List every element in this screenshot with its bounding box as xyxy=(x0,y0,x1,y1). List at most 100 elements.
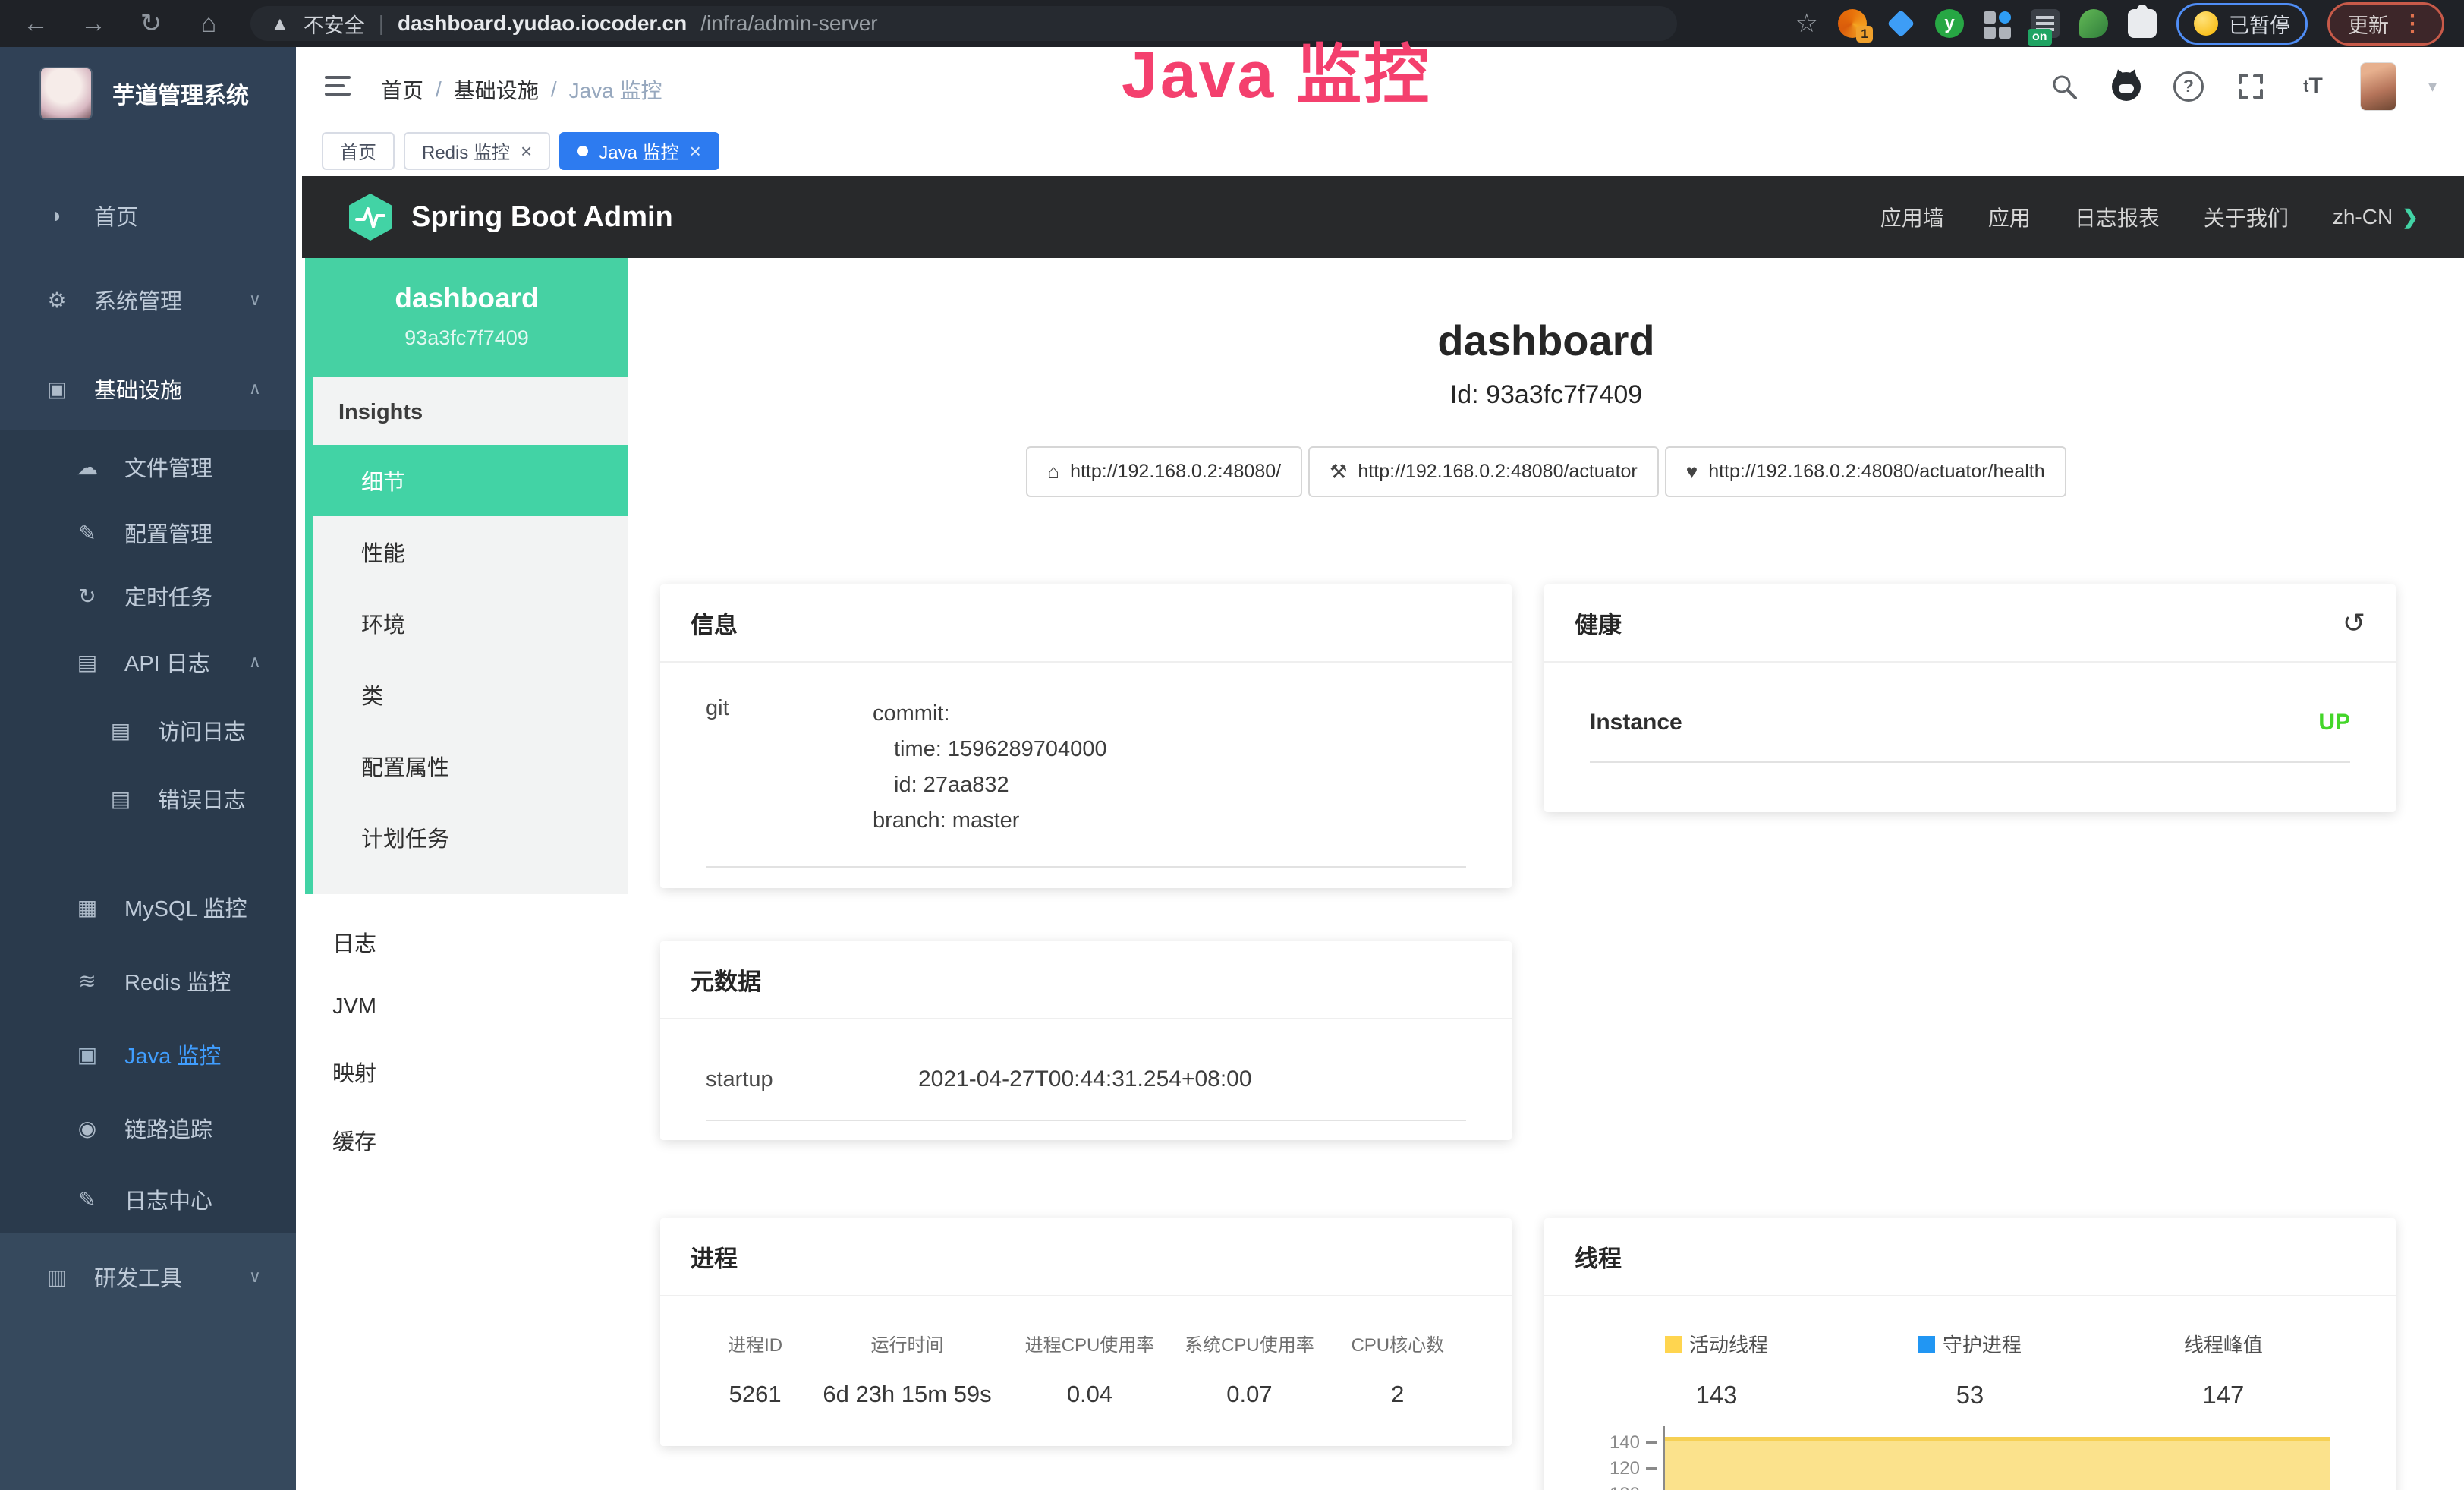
tab-java-monitor[interactable]: Java 监控 × xyxy=(559,132,719,170)
chart-plot-area xyxy=(1663,1426,2330,1490)
sba-item-jvm[interactable]: JVM xyxy=(305,976,628,1038)
extension-switch-icon[interactable]: on xyxy=(2031,9,2060,38)
app-sidebar: 芋道管理系统 ◗ 首页 ⚙ 系统管理 ∨ ▣ 基础设施 ∧ ☁ 文件管理 ✎ 配… xyxy=(0,47,296,1490)
sidebar-item-log-center[interactable]: ✎ 日志中心 xyxy=(0,1172,296,1227)
sba-item-classes[interactable]: 类 xyxy=(313,659,628,730)
sba-item-config-props[interactable]: 配置属性 xyxy=(313,730,628,802)
tag-tabbar: 首页 Redis 监控 × Java 监控 × xyxy=(296,125,2464,176)
instance-header: dashboard 93a3fc7f7409 xyxy=(305,258,628,377)
home-icon: ⌂ xyxy=(1047,460,1059,484)
sba-item-environment[interactable]: 环境 xyxy=(313,587,628,659)
forward-icon[interactable]: → xyxy=(77,9,109,39)
dashboard-icon: ◗ xyxy=(42,203,71,228)
health-status-badge: UP xyxy=(2318,710,2350,736)
extension-grid-icon[interactable] xyxy=(1984,10,2011,37)
browser-menu-icon[interactable]: ⋮ xyxy=(2401,11,2424,37)
sidebar-item-redis-monitor[interactable]: ≋ Redis 监控 xyxy=(0,953,296,1008)
sba-brand-title: Spring Boot Admin xyxy=(411,201,673,234)
sba-menu-journal[interactable]: 日志报表 xyxy=(2075,202,2160,232)
log-edit-icon: ✎ xyxy=(73,1187,102,1212)
hamburger-icon[interactable] xyxy=(325,76,351,96)
process-id-value: 5261 xyxy=(706,1381,804,1408)
close-tab-icon[interactable]: × xyxy=(521,141,532,161)
sba-locale-select[interactable]: zh-CN ❯ xyxy=(2333,205,2418,229)
insights-group: Insights 细节 性能 环境 类 配置属性 计划任务 xyxy=(305,377,628,894)
sidebar-item-api-log[interactable]: ▤ API 日志 ∧ xyxy=(0,635,296,689)
sidebar-item-system[interactable]: ⚙ 系统管理 ∨ xyxy=(0,272,296,327)
sba-logo-icon xyxy=(349,194,392,241)
history-icon: ↻ xyxy=(73,584,102,609)
instance-name: dashboard xyxy=(313,282,621,314)
breadcrumb-home[interactable]: 首页 xyxy=(381,74,423,105)
app-title: 芋道管理系统 xyxy=(112,77,249,110)
extension-y-icon[interactable]: y xyxy=(1935,9,1964,38)
legend-peak-threads: 线程峰值 xyxy=(2097,1330,2350,1358)
tab-home[interactable]: 首页 xyxy=(322,132,395,170)
system-cpu-value: 0.07 xyxy=(1169,1381,1329,1408)
database-icon: ▦ xyxy=(73,895,102,920)
url-host: dashboard.yudao.iocoder.cn xyxy=(398,11,687,36)
sba-item-details[interactable]: 细节 xyxy=(305,445,628,516)
address-bar[interactable]: ▲ 不安全 | dashboard.yudao.iocoder.cn /infr… xyxy=(250,6,1677,41)
extension-pin-icon[interactable] xyxy=(1887,9,1915,38)
close-tab-icon[interactable]: × xyxy=(690,141,701,161)
extension-leaf-icon[interactable] xyxy=(2079,9,2108,38)
gear-icon: ⚙ xyxy=(42,288,71,313)
sidebar-item-file-mgmt[interactable]: ☁ 文件管理 xyxy=(0,439,296,494)
log-edit-icon: ▤ xyxy=(106,718,135,743)
health-history-icon[interactable]: ↺ xyxy=(2343,607,2365,639)
extension-orange-icon[interactable]: 1 xyxy=(1838,9,1867,38)
breadcrumb: 首页 / 基础设施 / Java 监控 xyxy=(381,74,662,105)
browser-update-button[interactable]: 更新 ⋮ xyxy=(2327,2,2444,46)
sba-item-mappings[interactable]: 映射 xyxy=(305,1038,628,1106)
app-logo xyxy=(39,67,93,120)
breadcrumb-infra[interactable]: 基础设施 xyxy=(454,74,539,105)
sba-brand[interactable]: Spring Boot Admin xyxy=(349,194,673,241)
sidebar-item-config-mgmt[interactable]: ✎ 配置管理 xyxy=(0,506,296,560)
sidebar-item-error-log[interactable]: ▤ 错误日志 xyxy=(0,771,296,826)
reload-icon[interactable]: ↻ xyxy=(135,8,167,39)
sidebar-item-dev-tools[interactable]: ▥ 研发工具 ∨ xyxy=(0,1249,296,1304)
annotation-java-monitor: Java 监控 xyxy=(1122,21,1431,116)
text-size-icon[interactable]: tT xyxy=(2298,71,2328,102)
sidebar-item-java-monitor[interactable]: ▣ Java 监控 xyxy=(0,1027,296,1082)
paused-profile-pill[interactable]: 已暂停 xyxy=(2176,3,2308,45)
github-icon[interactable] xyxy=(2111,71,2141,102)
back-icon[interactable]: ← xyxy=(20,9,52,39)
extension-on-badge: on xyxy=(2028,29,2052,46)
help-icon[interactable]: ? xyxy=(2173,71,2204,102)
threads-card: 线程 活动线程 守护进程 线程峰值 143 xyxy=(1544,1218,2396,1490)
service-url-button[interactable]: ⌂ http://192.168.0.2:48080/ xyxy=(1026,446,1302,497)
extensions-puzzle-icon[interactable] xyxy=(2128,9,2157,38)
sba-sidebar: dashboard 93a3fc7f7409 Insights 细节 性能 环境… xyxy=(305,258,628,1490)
health-url-button[interactable]: ♥ http://192.168.0.2:48080/actuator/heal… xyxy=(1665,446,2066,497)
sba-item-scheduled-tasks[interactable]: 计划任务 xyxy=(313,802,628,873)
sidebar-item-home[interactable]: ◗ 首页 xyxy=(0,188,296,243)
chevron-up-icon: ∧ xyxy=(249,379,296,398)
metadata-row-startup: startup 2021-04-27T00:44:31.254+08:00 xyxy=(706,1066,1466,1121)
sidebar-item-access-log[interactable]: ▤ 访问日志 xyxy=(0,703,296,758)
sidebar-item-infra[interactable]: ▣ 基础设施 ∧ xyxy=(0,361,296,416)
sba-menu-wallboard[interactable]: 应用墙 xyxy=(1880,202,1944,232)
sba-menu-applications[interactable]: 应用 xyxy=(1988,202,2031,232)
user-avatar[interactable] xyxy=(2360,62,2396,111)
sba-item-logs[interactable]: 日志 xyxy=(305,908,628,976)
sba-item-caches[interactable]: 缓存 xyxy=(305,1106,628,1174)
fullscreen-icon[interactable] xyxy=(2236,71,2266,102)
active-tab-dot xyxy=(577,146,588,156)
browser-home-icon[interactable]: ⌂ xyxy=(193,9,225,39)
user-caret-down-icon[interactable]: ▾ xyxy=(2428,77,2437,96)
sidebar-item-mysql-monitor[interactable]: ▦ MySQL 监控 xyxy=(0,880,296,934)
tab-redis-monitor[interactable]: Redis 监控 × xyxy=(404,132,550,170)
sidebar-item-tracing[interactable]: ◉ 链路追踪 xyxy=(0,1101,296,1155)
threads-card-header: 线程 xyxy=(1544,1218,2396,1296)
sba-menu-about[interactable]: 关于我们 xyxy=(2204,202,2289,232)
search-icon[interactable] xyxy=(2049,71,2079,102)
sba-item-metrics[interactable]: 性能 xyxy=(313,516,628,587)
wrench-icon: ⚒ xyxy=(1330,460,1347,484)
actuator-url-button[interactable]: ⚒ http://192.168.0.2:48080/actuator xyxy=(1308,446,1659,497)
extensions-area: ☆ 1 y on 已暂停 更新 ⋮ xyxy=(1795,2,2444,46)
process-card: 进程 进程ID 运行时间 进程CPU使用率 系统CPU使用率 CPU核心数 52… xyxy=(660,1218,1512,1446)
sidebar-item-scheduled-jobs[interactable]: ↻ 定时任务 xyxy=(0,569,296,623)
bookmark-star-icon[interactable]: ☆ xyxy=(1795,8,1818,39)
